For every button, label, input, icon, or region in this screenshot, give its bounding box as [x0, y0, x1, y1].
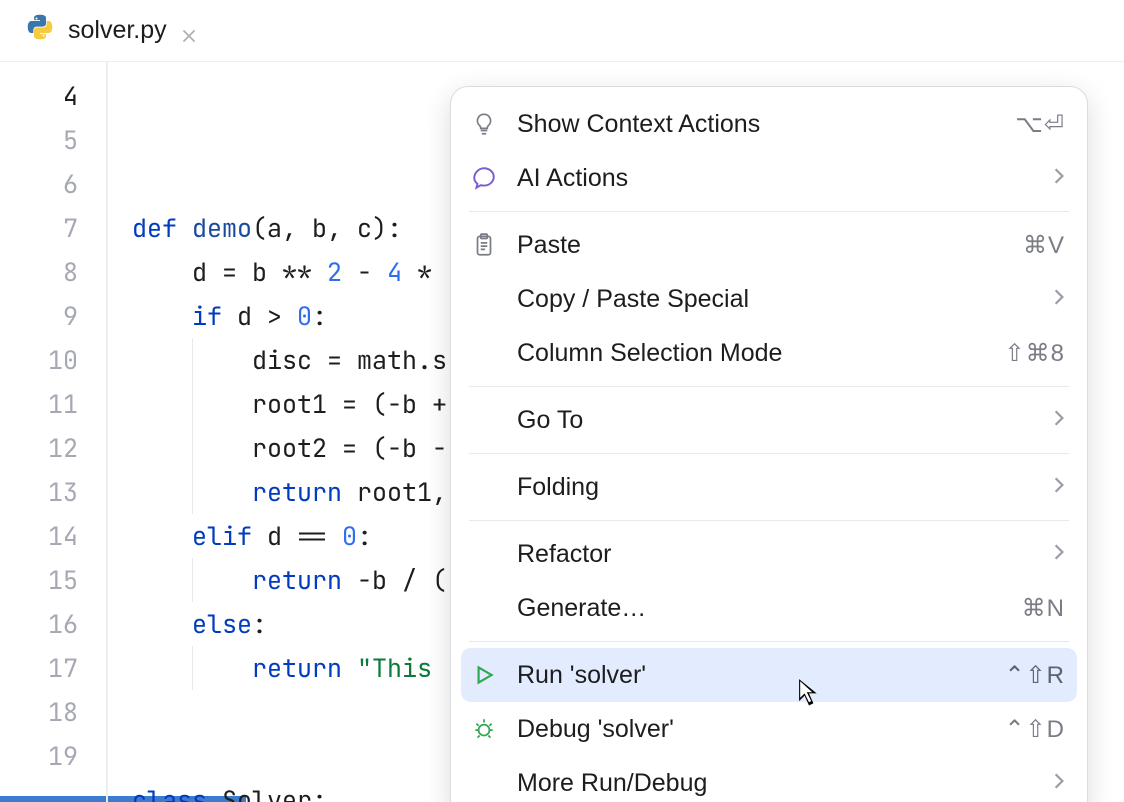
- menu-shortcut: ⌘V: [1023, 231, 1065, 260]
- blank-icon: [469, 405, 499, 435]
- run-icon: [469, 660, 499, 690]
- line-number: 18: [0, 690, 78, 734]
- menu-shortcut: ⌃⇧R: [1004, 661, 1065, 690]
- menu-item-label: More Run/Debug: [517, 769, 1035, 798]
- line-number: 16: [0, 602, 78, 646]
- line-number: 7: [0, 206, 78, 250]
- blank-icon: [469, 284, 499, 314]
- menu-item[interactable]: Paste ⌘V: [451, 218, 1087, 272]
- menu-separator: [469, 641, 1069, 642]
- menu-item[interactable]: AI Actions: [451, 151, 1087, 205]
- tab-solver-py[interactable]: solver.py: [0, 0, 221, 61]
- mouse-cursor-icon: [798, 678, 820, 708]
- debug-icon: [469, 714, 499, 744]
- menu-item[interactable]: Run 'solver' ⌃⇧R: [461, 648, 1077, 702]
- menu-item[interactable]: Refactor: [451, 527, 1087, 581]
- blank-icon: [469, 472, 499, 502]
- menu-item-label: Debug 'solver': [517, 715, 986, 744]
- menu-item[interactable]: Folding: [451, 460, 1087, 514]
- line-number: 8: [0, 250, 78, 294]
- chevron-right-icon: [1053, 407, 1065, 433]
- line-number: 17: [0, 646, 78, 690]
- editor-window: solver.py 45678910111213141516171819 def…: [0, 0, 1124, 802]
- menu-item[interactable]: Debug 'solver' ⌃⇧D: [451, 702, 1087, 756]
- menu-item-label: Show Context Actions: [517, 110, 997, 139]
- menu-item-label: Column Selection Mode: [517, 339, 987, 368]
- menu-item[interactable]: Generate… ⌘N: [451, 581, 1087, 635]
- line-number: 10: [0, 338, 78, 382]
- blank-icon: [469, 768, 499, 798]
- chevron-right-icon: [1053, 541, 1065, 567]
- menu-item-label: AI Actions: [517, 164, 1035, 193]
- ai-icon: [469, 163, 499, 193]
- line-number: 11: [0, 382, 78, 426]
- menu-item-label: Go To: [517, 406, 1035, 435]
- line-number-gutter: 45678910111213141516171819: [0, 62, 106, 802]
- menu-shortcut: ⌘N: [1022, 594, 1065, 623]
- context-menu: Show Context Actions ⌥⏎ AI Actions Paste ⌘V C…: [450, 86, 1088, 802]
- menu-item-label: Refactor: [517, 540, 1035, 569]
- tab-label: solver.py: [68, 16, 167, 45]
- menu-shortcut: ⌃⇧D: [1004, 715, 1065, 744]
- menu-item-label: Paste: [517, 231, 1005, 260]
- menu-separator: [469, 520, 1069, 521]
- line-number: 12: [0, 426, 78, 470]
- menu-item-label: Folding: [517, 473, 1035, 502]
- menu-item-label: Generate…: [517, 594, 1004, 623]
- menu-item[interactable]: More Run/Debug: [451, 756, 1087, 802]
- menu-separator: [469, 453, 1069, 454]
- menu-item[interactable]: Show Context Actions ⌥⏎: [451, 97, 1087, 151]
- line-number: 15: [0, 558, 78, 602]
- menu-item-label: Copy / Paste Special: [517, 285, 1035, 314]
- menu-separator: [469, 386, 1069, 387]
- line-number: 5: [0, 118, 78, 162]
- blank-icon: [469, 338, 499, 368]
- line-number: 19: [0, 734, 78, 778]
- menu-separator: [469, 211, 1069, 212]
- chevron-right-icon: [1053, 474, 1065, 500]
- chevron-right-icon: [1053, 286, 1065, 312]
- menu-item[interactable]: Go To: [451, 393, 1087, 447]
- line-number: 4: [0, 74, 78, 118]
- line-number: 13: [0, 470, 78, 514]
- menu-item-label: Run 'solver': [517, 661, 986, 690]
- blank-icon: [469, 593, 499, 623]
- tab-bar: solver.py: [0, 0, 1124, 62]
- chevron-right-icon: [1053, 770, 1065, 796]
- bulb-icon: [469, 109, 499, 139]
- chevron-right-icon: [1053, 165, 1065, 191]
- line-number: 9: [0, 294, 78, 338]
- menu-shortcut: ⌥⏎: [1015, 110, 1065, 139]
- menu-item[interactable]: Copy / Paste Special: [451, 272, 1087, 326]
- line-number: 6: [0, 162, 78, 206]
- close-tab-icon[interactable]: [181, 22, 199, 40]
- paste-icon: [469, 230, 499, 260]
- line-number: 14: [0, 514, 78, 558]
- blank-icon: [469, 539, 499, 569]
- python-file-icon: [26, 13, 54, 48]
- menu-shortcut: ⇧⌘8: [1005, 339, 1065, 368]
- menu-item[interactable]: Column Selection Mode ⇧⌘8: [451, 326, 1087, 380]
